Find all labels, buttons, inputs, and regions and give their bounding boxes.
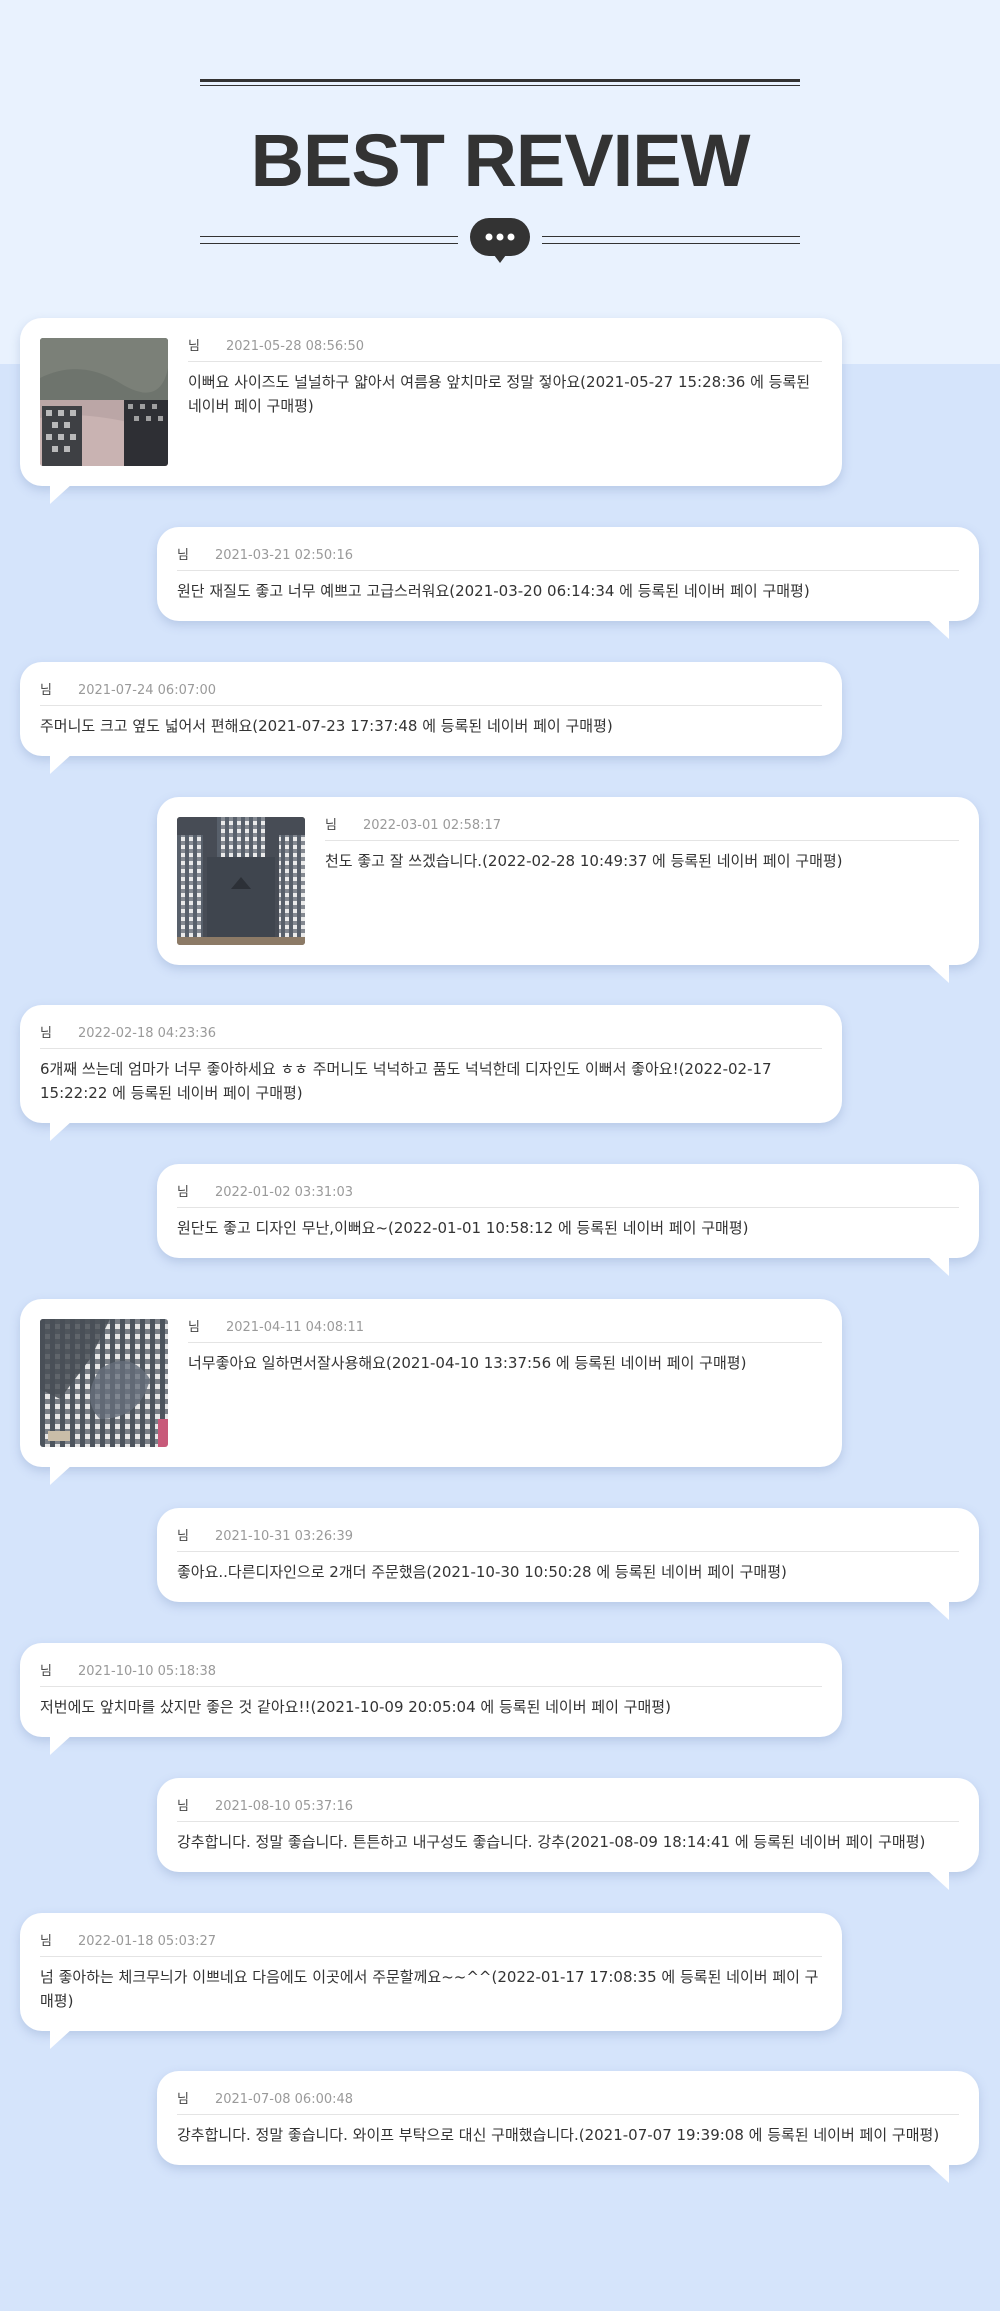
- review-user: 님: [325, 818, 337, 833]
- review-text: 좋아요..다른디자인으로 2개더 주문했음(2021-10-30 10:50:2…: [177, 1563, 787, 1581]
- review-user: 님: [40, 683, 52, 698]
- review-text: 천도 좋고 잘 쓰겠습니다.(2022-02-28 10:49:37 에 등록된…: [325, 852, 843, 870]
- chat-bubble-icon: [470, 218, 530, 263]
- review-date: 2022-01-18 05:03:27: [77, 1934, 217, 1949]
- review-user: 님: [188, 339, 200, 354]
- review-meta: 님 2021-07-08 06:00:48: [177, 2085, 959, 2115]
- review-text: 이뻐요 사이즈도 널널하구 얇아서 여름용 앞치마로 정말 젛아요(2021-0…: [188, 373, 811, 415]
- review-photo[interactable]: [40, 338, 168, 466]
- review-photo[interactable]: [177, 817, 305, 945]
- review-photo[interactable]: [40, 1319, 168, 1447]
- speech-tail: [50, 1121, 72, 1141]
- review-text: 6개째 쓰는데 엄마가 너무 좋아하세요 ㅎㅎ 주머니도 넉넉하고 품도 넉넉한…: [40, 1060, 772, 1102]
- review-card: 님 2021-07-24 06:07:00 주머니도 크고 옆도 넓어서 편해요(2…: [20, 662, 842, 774]
- speech-tail: [927, 963, 949, 983]
- review-card: 님 2021-04-11 04:08:11 너무좋아요 일하면서잘사용해요(2021…: [20, 1299, 842, 1485]
- speech-tail: [50, 484, 72, 504]
- speech-tail: [50, 1735, 72, 1755]
- review-user: 님: [177, 548, 189, 563]
- review-user: 님: [177, 1529, 189, 1544]
- review-date: 2021-07-08 06:00:48: [214, 2092, 354, 2107]
- review-user: 님: [40, 1664, 52, 1679]
- review-text: 강추합니다. 정말 좋습니다. 와이프 부탁으로 대신 구매했습니다.(2021…: [177, 2126, 940, 2144]
- review-card: 님 2022-01-18 05:03:27 넘 좋아하는 체크무늬가 이쁘네요 다음…: [20, 1913, 842, 2049]
- review-meta: 님 2021-03-21 02:50:16: [177, 541, 959, 571]
- speech-tail: [927, 1600, 949, 1620]
- review-date: 2022-01-02 03:31:03: [214, 1185, 354, 1200]
- speech-tail: [927, 619, 949, 639]
- speech-tail: [50, 754, 72, 774]
- review-text: 강추합니다. 정말 좋습니다. 튼튼하고 내구성도 좋습니다. 강추(2021-…: [177, 1833, 926, 1851]
- speech-tail: [927, 1870, 949, 1890]
- review-user: 님: [40, 1026, 52, 1041]
- review-card: 님 2022-01-02 03:31:03 원단도 좋고 디자인 무난,이뻐요~(2…: [157, 1164, 979, 1276]
- review-meta: 님 2022-03-01 02:58:17: [325, 811, 959, 841]
- review-date: 2021-08-10 05:37:16: [214, 1799, 354, 1814]
- review-date: 2021-07-24 06:07:00: [77, 683, 217, 698]
- review-date: 2021-04-11 04:08:11: [225, 1320, 365, 1335]
- header-divider-top: [200, 79, 800, 86]
- page-title: BEST REVIEW: [250, 119, 751, 202]
- review-date: 2021-10-10 05:18:38: [77, 1664, 217, 1679]
- review-user: 님: [188, 1320, 200, 1335]
- review-meta: 님 2022-02-18 04:23:36: [40, 1019, 822, 1049]
- review-card: 님 2021-10-10 05:18:38 저번에도 앞치마를 샀지만 좋은 것 같…: [20, 1643, 842, 1755]
- review-meta: 님 2021-07-24 06:07:00: [40, 676, 822, 706]
- review-user: 님: [40, 1934, 52, 1949]
- review-meta: 님 2022-01-02 03:31:03: [177, 1178, 959, 1208]
- review-text: 원단도 좋고 디자인 무난,이뻐요~(2022-01-01 10:58:12 에…: [177, 1219, 749, 1237]
- review-meta: 님 2021-05-28 08:56:50: [188, 332, 822, 362]
- review-meta: 님 2022-01-18 05:03:27: [40, 1927, 822, 1957]
- review-date: 2022-03-01 02:58:17: [362, 818, 502, 833]
- review-date: 2021-05-28 08:56:50: [225, 339, 365, 354]
- speech-tail: [50, 2029, 72, 2049]
- review-card: 님 2021-08-10 05:37:16 강추합니다. 정말 좋습니다. 튼튼하고…: [157, 1778, 979, 1890]
- review-meta: 님 2021-10-10 05:18:38: [40, 1657, 822, 1687]
- review-text: 원단 재질도 좋고 너무 예쁘고 고급스러워요(2021-03-20 06:14…: [177, 582, 810, 600]
- header-divider-left: [200, 236, 458, 244]
- review-text: 너무좋아요 일하면서잘사용해요(2021-04-10 13:37:56 에 등록…: [188, 1354, 747, 1372]
- review-card: 님 2022-02-18 04:23:36 6개째 쓰는데 엄마가 너무 좋아하세요…: [20, 1005, 842, 1141]
- speech-tail: [50, 1465, 72, 1485]
- review-date: 2022-02-18 04:23:36: [77, 1026, 217, 1041]
- review-text: 넘 좋아하는 체크무늬가 이쁘네요 다음에도 이곳에서 주문할께요~~^^(20…: [40, 1968, 819, 2010]
- review-date: 2021-03-21 02:50:16: [214, 548, 354, 563]
- header-divider-right: [542, 236, 800, 244]
- review-user: 님: [177, 1799, 189, 1814]
- review-text: 주머니도 크고 옆도 넓어서 편해요(2021-07-23 17:37:48 에…: [40, 717, 613, 735]
- review-card: 님 2021-03-21 02:50:16 원단 재질도 좋고 너무 예쁘고 고급스…: [157, 527, 979, 639]
- review-card: 님 2022-03-01 02:58:17 천도 좋고 잘 쓰겠습니다.(2022-…: [157, 797, 979, 983]
- review-card: 님 2021-07-08 06:00:48 강추합니다. 정말 좋습니다. 와이프 …: [157, 2071, 979, 2183]
- review-card: 님 2021-10-31 03:26:39 좋아요..다른디자인으로 2개더 주문했…: [157, 1508, 979, 1620]
- review-meta: 님 2021-08-10 05:37:16: [177, 1792, 959, 1822]
- review-meta: 님 2021-10-31 03:26:39: [177, 1522, 959, 1552]
- review-user: 님: [177, 1185, 189, 1200]
- review-text: 저번에도 앞치마를 샀지만 좋은 것 같아요!!(2021-10-09 20:0…: [40, 1698, 671, 1716]
- review-user: 님: [177, 2092, 189, 2107]
- review-meta: 님 2021-04-11 04:08:11: [188, 1313, 822, 1343]
- speech-tail: [927, 1256, 949, 1276]
- review-card: 님 2021-05-28 08:56:50 이뻐요 사이즈도 널널하구 얇아서 여름…: [20, 318, 842, 504]
- speech-tail: [927, 2163, 949, 2183]
- review-date: 2021-10-31 03:26:39: [214, 1529, 354, 1544]
